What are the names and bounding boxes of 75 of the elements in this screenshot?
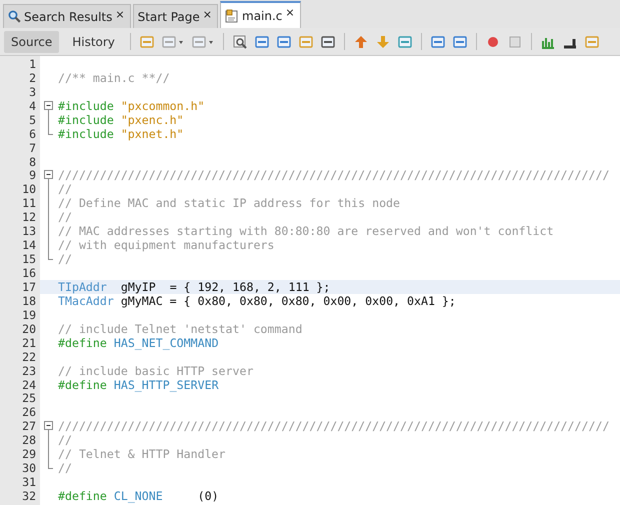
tab-label: main.c	[242, 8, 282, 22]
code-line: // include Telnet 'netstat' command	[58, 322, 302, 336]
code-line: #include "pxnet.h"	[58, 126, 184, 141]
line-number: 26	[21, 405, 37, 420]
fold-line	[48, 112, 49, 127]
line-number: 12	[21, 210, 37, 224]
line-number: 9	[28, 168, 37, 182]
line-number: 1	[28, 56, 37, 71]
code-line: // Telnet & HTTP Handler	[58, 447, 226, 462]
line-number: 4	[28, 98, 37, 113]
code-line: #define HAS_NET_COMMAND	[58, 336, 219, 350]
up-arrow-icon[interactable]	[352, 34, 369, 50]
find-icon[interactable]	[232, 34, 248, 50]
down-arrow-icon[interactable]	[374, 34, 391, 50]
line-number: 30	[21, 461, 37, 476]
line-number: 15	[21, 252, 37, 266]
view-button[interactable]: History	[65, 30, 122, 52]
collapse-icon[interactable]	[44, 419, 53, 434]
tab-label: Start Page	[138, 10, 200, 24]
code-line: #define CL_NONE (0)	[58, 489, 219, 504]
code-line: //	[58, 461, 72, 476]
line-number: 18	[21, 294, 37, 308]
code-line: // Define MAC and static IP address for this node	[58, 196, 400, 210]
code-line: #include "pxcommon.h"	[58, 98, 205, 113]
code-line: #include "pxenc.h"	[58, 112, 184, 127]
line-number: 22	[21, 350, 37, 364]
search-icon	[8, 10, 21, 23]
view-button[interactable]: Source	[4, 30, 60, 52]
line-number: 21	[21, 336, 37, 350]
close-icon[interactable]: ×	[285, 6, 295, 19]
code-line: //	[58, 252, 72, 266]
line-number: 27	[21, 419, 37, 434]
code-line: TMacAddr gMyMAC = { 0x80, 0x80, 0x80, 0x00, 0x00, 0xA1 };	[58, 294, 456, 308]
line-number: 29	[21, 447, 37, 462]
line-number: 28	[21, 433, 37, 448]
code-line: TIpAddr gMyIP = { 192, 168, 2, 111 };	[58, 280, 330, 294]
stop-icon[interactable]	[506, 34, 523, 50]
line-number: 6	[28, 126, 37, 141]
line-number: 11	[21, 196, 37, 210]
code-line: //	[58, 182, 72, 196]
line-number: 14	[21, 238, 37, 252]
line-number: 25	[21, 391, 37, 406]
code-line: //	[58, 433, 72, 448]
line-number: 16	[21, 266, 37, 280]
close-icon[interactable]: ×	[202, 8, 212, 21]
line-number: 31	[21, 475, 37, 490]
collapse-icon[interactable]	[44, 98, 53, 113]
collapse-icon[interactable]	[44, 168, 53, 182]
line-number: 7	[28, 140, 37, 155]
line-number: 8	[28, 154, 37, 169]
file-icon	[225, 8, 239, 22]
line-number: 3	[28, 84, 37, 99]
editor-tab[interactable]: Start Page ×	[132, 4, 218, 28]
line-number: 32	[21, 489, 37, 504]
line-number: 23	[21, 364, 37, 378]
line-number: 20	[21, 322, 37, 336]
code-line: // include basic HTTP server	[58, 364, 254, 378]
editor-tab[interactable]: main.c ×	[220, 1, 301, 28]
line-number: 17	[21, 280, 37, 294]
code-line: ///////////////////////////////////////////////////////////////////////////////	[58, 419, 610, 434]
line-number: 10	[21, 182, 37, 196]
code-line: #define HAS_HTTP_SERVER	[58, 378, 219, 392]
line-number: 13	[21, 224, 37, 238]
editor-tab[interactable]: Search Results ×	[3, 4, 131, 28]
code-line: // MAC addresses starting with 80:80:80 are reserved and won't conflict	[58, 224, 554, 238]
line-number: 19	[21, 308, 37, 322]
line-number: 5	[28, 112, 37, 127]
code-line: ///////////////////////////////////////////////////////////////////////////////	[58, 168, 610, 182]
line-number: 24	[21, 378, 37, 392]
close-icon[interactable]: ×	[115, 8, 125, 21]
tab-label: Search Results	[24, 10, 112, 24]
code-line: //	[58, 210, 72, 224]
line-number: 2	[28, 70, 37, 85]
code-line: // with equipment manufacturers	[58, 238, 274, 252]
code-line: //** main.c **//	[58, 70, 170, 85]
